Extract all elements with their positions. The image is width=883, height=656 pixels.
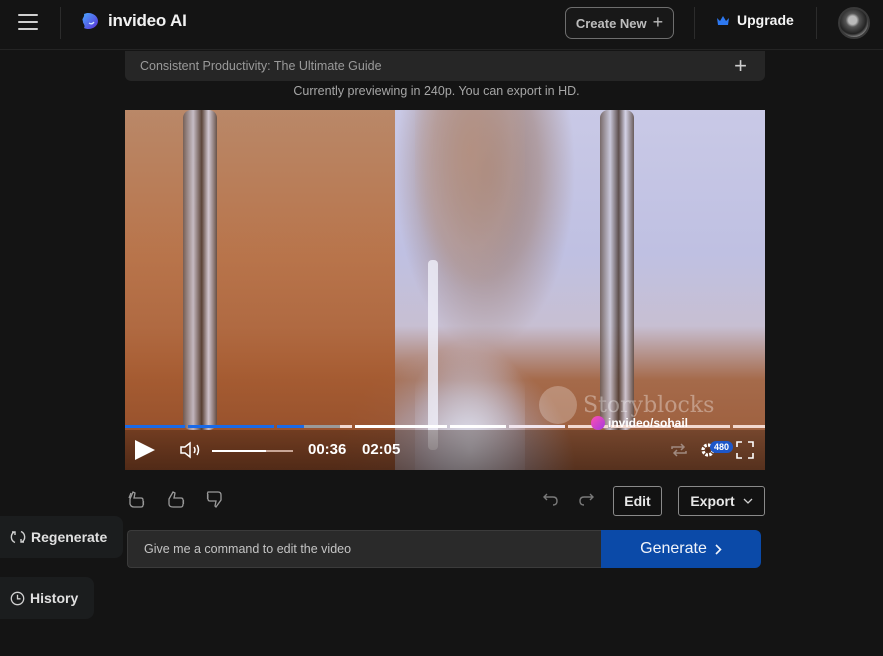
divider bbox=[816, 7, 817, 39]
thumbs-down-icon[interactable] bbox=[204, 489, 226, 511]
upgrade-button[interactable]: Upgrade bbox=[716, 12, 794, 28]
creator-handle: invideo/sohail bbox=[591, 416, 688, 430]
redo-icon[interactable] bbox=[577, 491, 595, 509]
progress-segment bbox=[340, 425, 352, 428]
history-button[interactable]: History bbox=[0, 577, 94, 619]
regenerate-label: Regenerate bbox=[31, 529, 108, 545]
plus-icon[interactable]: + bbox=[734, 55, 747, 77]
generate-button[interactable]: Generate bbox=[601, 530, 761, 568]
user-avatar[interactable] bbox=[838, 7, 870, 39]
project-title: Consistent Productivity: The Ultimate Gu… bbox=[140, 59, 382, 73]
clock-icon bbox=[10, 591, 25, 605]
video-frame-decor bbox=[183, 110, 217, 430]
fullscreen-icon[interactable] bbox=[736, 441, 754, 459]
chevron-down-icon bbox=[743, 498, 753, 504]
invideo-logo-icon bbox=[82, 12, 98, 30]
progress-segment bbox=[733, 425, 765, 428]
watermark-logo-icon bbox=[539, 386, 577, 424]
top-bar: invideo AI Create New + Upgrade bbox=[0, 0, 883, 50]
create-new-label: Create New bbox=[575, 15, 647, 31]
history-label: History bbox=[30, 590, 79, 606]
regenerate-button[interactable]: Regenerate bbox=[0, 516, 123, 558]
hamburger-menu-icon[interactable] bbox=[18, 14, 38, 30]
duration: 02:05 bbox=[362, 441, 401, 458]
edit-button[interactable]: Edit bbox=[613, 486, 662, 516]
brand-name: invideo AI bbox=[108, 11, 187, 30]
divider bbox=[60, 7, 61, 39]
creator-handle-text: invideo/sohail bbox=[608, 416, 689, 430]
divider bbox=[694, 7, 695, 39]
clap-icon[interactable] bbox=[126, 489, 148, 511]
progress-segment-played bbox=[125, 425, 185, 428]
preview-note: Currently previewing in 240p. You can ex… bbox=[293, 84, 580, 98]
progress-segment-buffered bbox=[304, 425, 340, 428]
watermark-text: Storyblocks bbox=[583, 392, 715, 418]
progress-segment bbox=[355, 425, 447, 428]
volume-level bbox=[212, 450, 267, 452]
current-time: 00:36 bbox=[308, 441, 347, 458]
crown-icon bbox=[717, 15, 729, 25]
quality-badge: 480 bbox=[710, 441, 734, 453]
plus-icon: + bbox=[652, 12, 664, 32]
volume-icon[interactable] bbox=[179, 441, 203, 459]
thumbs-up-icon[interactable] bbox=[165, 489, 187, 511]
edit-label: Edit bbox=[624, 493, 651, 509]
loop-icon[interactable] bbox=[670, 442, 688, 458]
play-icon[interactable] bbox=[135, 440, 155, 460]
progress-segment-played bbox=[188, 425, 274, 428]
brand-logo[interactable]: invideo AI bbox=[80, 11, 187, 31]
invideo-logo-icon bbox=[591, 416, 605, 430]
command-input[interactable] bbox=[127, 530, 602, 568]
create-new-button[interactable]: Create New + bbox=[565, 7, 674, 39]
video-frame-decor bbox=[428, 260, 438, 450]
video-player[interactable]: Storyblocks invideo/sohail 00:36 02:05 4 bbox=[125, 110, 765, 470]
progress-segment bbox=[450, 425, 506, 428]
export-button[interactable]: Export bbox=[678, 486, 765, 516]
upgrade-label: Upgrade bbox=[737, 12, 794, 28]
volume-slider[interactable] bbox=[212, 450, 293, 452]
chevron-right-icon bbox=[715, 543, 722, 555]
project-title-bar[interactable]: Consistent Productivity: The Ultimate Gu… bbox=[125, 51, 765, 81]
progress-segment-played bbox=[277, 425, 304, 428]
progress-segment bbox=[509, 425, 565, 428]
export-label: Export bbox=[690, 493, 735, 509]
generate-label: Generate bbox=[640, 540, 707, 557]
refresh-icon bbox=[10, 530, 26, 544]
undo-icon[interactable] bbox=[542, 491, 560, 509]
video-frame-decor bbox=[600, 110, 634, 430]
